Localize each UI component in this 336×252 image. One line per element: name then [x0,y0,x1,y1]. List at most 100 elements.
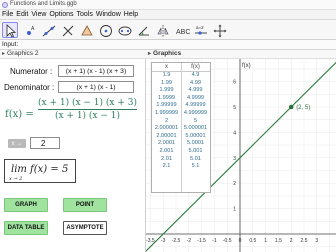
collapse-triangle-icon[interactable]: ▸ [2,50,5,57]
x-tick-label: 1 [264,238,267,244]
x-tick-label: -3 [161,238,166,244]
y-tick-label: 1 [233,207,236,213]
x-arrow-label: x → [8,139,26,148]
y-tick-label: 5 [233,105,236,111]
slider-tool-button[interactable]: a=2 [192,22,208,38]
x-tick-label: 0.5 [249,238,256,244]
x-tick-label: 2 [290,238,293,244]
x-tick-label: 1.5 [275,238,282,244]
table-cell-fx: 5.01 [190,155,201,162]
table-cell-x: 2 [164,117,169,124]
table-cell-fx: 5.1 [191,163,200,170]
limit-point[interactable] [288,104,294,110]
window-title: Functions and Limits.ggb [10,1,77,7]
table-cell-fx: 5.000001 [183,125,208,132]
menu-help[interactable]: Help [124,11,138,18]
table-cell-x: 2.01 [161,155,172,162]
x-tick-label: -1 [212,238,217,244]
graphics1-header[interactable]: ▸ Graphics [146,50,336,59]
menu-edit[interactable]: Edit [16,11,28,18]
text-abc-icon: ABC [176,29,190,36]
denominator-input[interactable]: (x + 1) (x - 1) [58,81,134,93]
x-tick-label: -2 [187,238,192,244]
x-tick-label: -0.5 [223,238,232,244]
menu-view[interactable]: View [31,11,46,18]
fx-denominator: (x + 1) (x − 1) [54,111,121,121]
table-cell-fx: 4.999 [188,87,203,94]
limit-text: lim f(x) = 5 [11,164,69,175]
numerator-input[interactable]: (x + 1) (x - 1) (x + 3) [58,65,134,77]
move-graphics-view-tool-button[interactable] [211,22,227,38]
point-tool-button[interactable]: A [21,22,37,38]
fx-numerator: (x + 1) (x − 1) (x + 3) [38,98,137,108]
table-cell-x: 1.9 [162,72,171,78]
slider-tool-label: a=2 [196,25,204,30]
graphics2-title: Graphics 2 [7,50,39,57]
table-cell-fx: 5 [193,117,198,124]
graph-button[interactable]: GRAPH [4,198,48,212]
y-tick-label: 7 [233,59,236,60]
data-table-button[interactable]: DATA TABLE [4,221,48,235]
menu-file[interactable]: File [2,11,13,18]
menu-tools[interactable]: Tools [77,11,93,18]
table-cell-x: 2.00001 [156,132,177,139]
table-cell-x: 1.99 [161,79,172,86]
svg-text:A: A [31,26,35,32]
point-button[interactable]: POINT [63,198,107,212]
reflect-tool-button[interactable] [154,22,170,38]
angle-tool-button[interactable] [135,22,151,38]
table-header-fx: f(x) [191,64,200,70]
x-tick-label: 0 [239,238,242,244]
geogebra-logo-icon [2,2,8,8]
angle-icon [138,26,149,36]
graphics2-header[interactable]: ▸ Graphics 2 [0,50,146,59]
line-through-points-icon [42,25,56,37]
ellipse-tool-button[interactable] [116,22,132,38]
circle-tool-button[interactable] [97,22,113,38]
data-table: x f(x) 1.9 4.9 1.99 4.99 1.999 4.999 1.9999 4.9… [151,62,211,193]
point-icon: A [27,26,35,35]
y-axis-label: f(x) [242,63,251,69]
x-tick-label: 3 [315,238,318,244]
toolbar: A ABC a=2 [0,20,336,40]
polygon-tool-button[interactable] [78,22,94,38]
circle-with-center-icon [100,25,112,37]
table-column-divider [181,63,182,192]
fx-fraction: (x + 1) (x − 1) (x + 3) (x + 1) (x − 1) [38,98,137,121]
move-tool-button[interactable] [2,22,18,38]
perpendicular-line-tool-button[interactable] [59,22,75,38]
graphics1-title: Graphics [153,50,182,57]
asymptote-button[interactable]: ASYMPTOTE [63,221,107,235]
x-tick-label: -2.5 [172,238,181,244]
move-view-arrows-icon [213,24,227,38]
table-cell-x: 2.001 [159,147,174,154]
y-tick-label: 2 [233,181,236,187]
table-cell-fx: 5.001 [188,147,203,154]
menu-window[interactable]: Window [96,11,121,18]
denominator-label: Denominator : [4,83,55,92]
y-tick-label: 6 [233,80,236,86]
input-bar[interactable]: Input: [0,40,336,50]
table-cell-x: 1.99999 [156,102,177,109]
table-cell-fx: 4.999999 [183,109,208,116]
perpendicular-line-icon [62,25,74,37]
menu-options[interactable]: Options [49,11,73,18]
table-cell-fx: 4.99999 [185,102,206,109]
y-tick-label: 3 [233,156,236,162]
fraction-bar [38,109,137,110]
collapse-triangle-icon[interactable]: ▸ [148,50,151,57]
cursor-arrow-icon [6,24,17,38]
numerator-label: Numerator : [10,67,53,76]
limit-subscript: x → 2 [9,176,23,182]
table-cell-x: 2.000001 [154,125,179,132]
y-tick-label: 4 [233,130,236,136]
text-tool-button[interactable]: ABC [173,22,190,38]
x-approach-input[interactable]: 2 [30,137,60,149]
table-cell-fx: 4.99 [190,79,201,86]
line-tool-button[interactable] [40,22,56,38]
table-cell-fx: 5.0001 [186,140,205,147]
table-cell-x: 1.9999 [157,94,176,101]
menu-bar: File Edit View Options Tools Window Help [0,10,336,20]
x-tick-label: -1.5 [197,238,206,244]
limit-display: lim f(x) = 5 x → 2 [4,159,76,183]
